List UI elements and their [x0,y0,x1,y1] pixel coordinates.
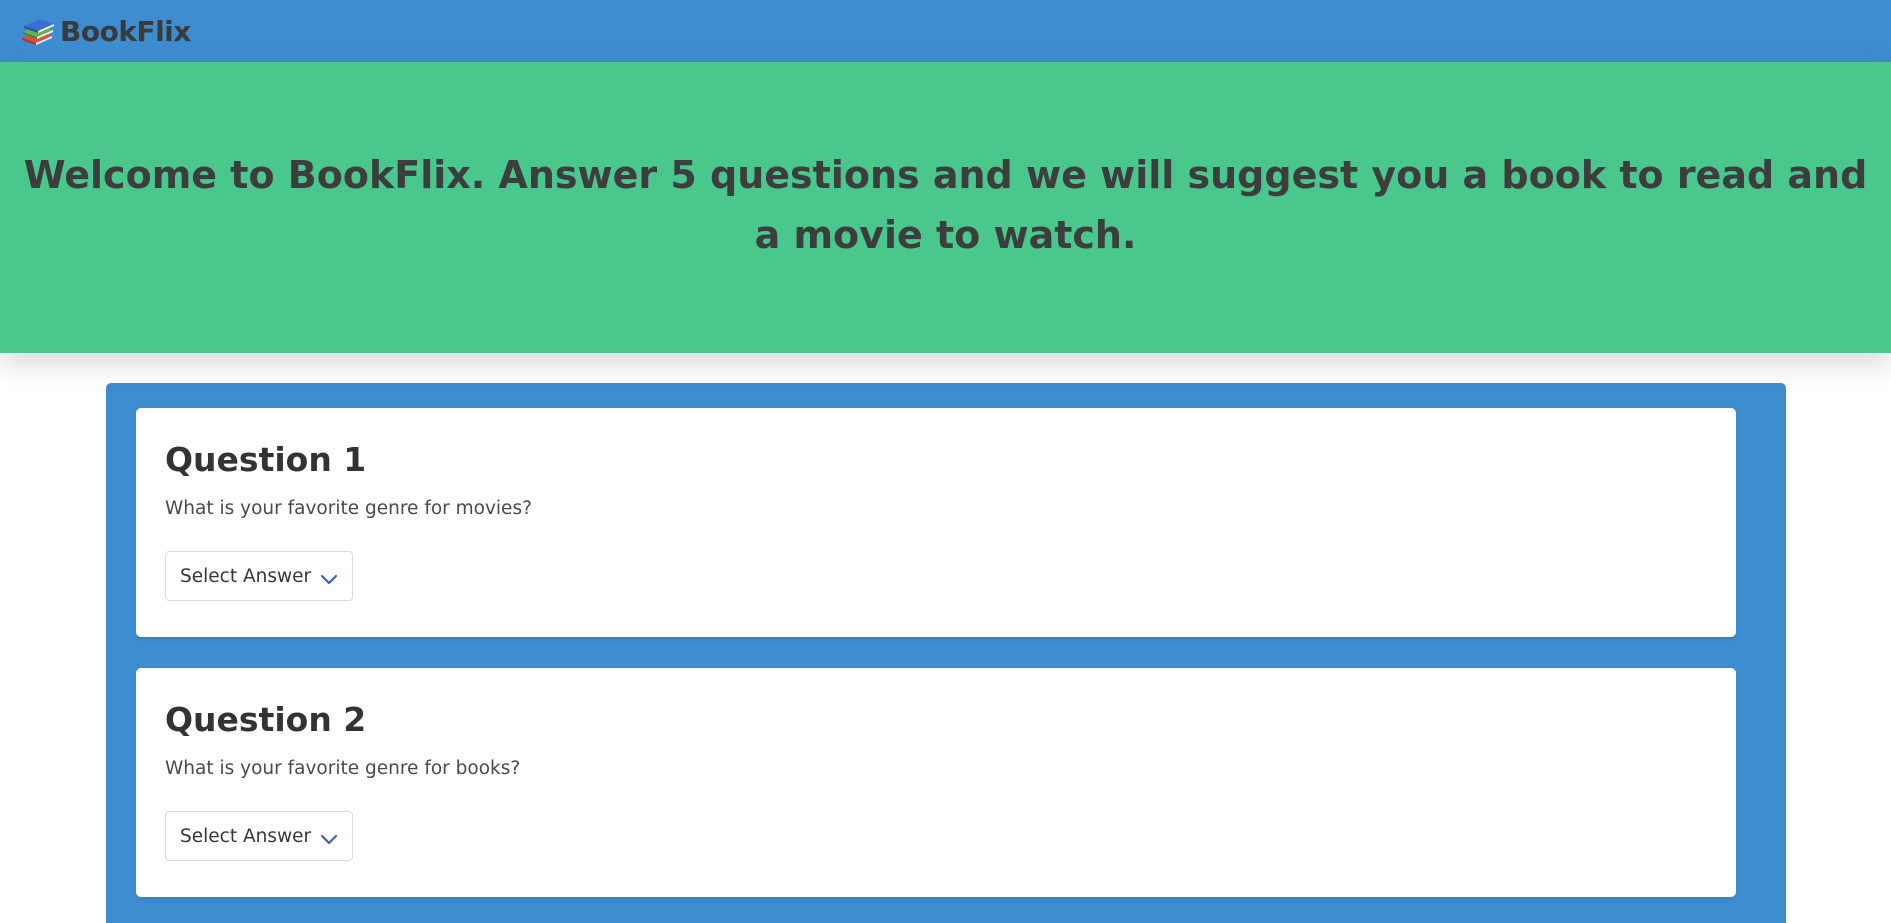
question-card-1: Question 1 What is your favorite genre f… [136,408,1736,637]
select-answer-label: Select Answer [180,825,312,847]
chevron-down-icon [320,830,338,845]
question-text: What is your favorite genre for books? [165,758,521,779]
question-card-2: Question 2 What is your favorite genre f… [136,668,1736,897]
hero-title: Welcome to BookFlix. Answer 5 questions … [23,152,1868,257]
brand-name: BookFlix [60,14,191,48]
select-answer-dropdown[interactable]: Select Answer [165,811,353,861]
question-title: Question 2 [165,700,367,739]
questions-panel: Question 1 What is your favorite genre f… [106,383,1786,923]
brand-link[interactable]: BookFlix [18,15,191,48]
select-answer-label: Select Answer [180,565,312,587]
question-title: Question 1 [165,440,367,479]
navbar: BookFlix [0,0,1891,62]
books-stack-icon [18,16,56,46]
chevron-down-icon [320,570,338,585]
question-text: What is your favorite genre for movies? [165,498,532,519]
select-answer-dropdown[interactable]: Select Answer [165,551,353,601]
hero-banner: Welcome to BookFlix. Answer 5 questions … [0,62,1891,353]
